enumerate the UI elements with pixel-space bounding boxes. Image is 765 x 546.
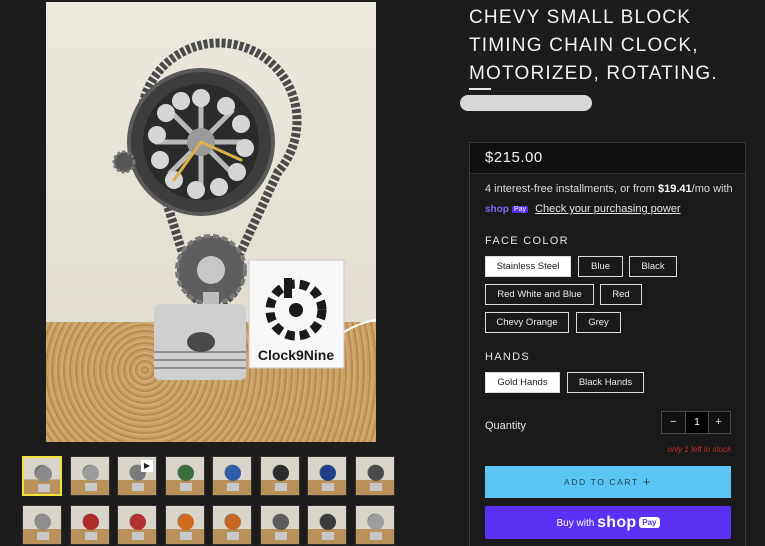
- thumbnail-8[interactable]: [354, 456, 395, 496]
- thumbnail-piston: [84, 532, 97, 540]
- option-red[interactable]: Red: [600, 284, 642, 305]
- thumbnail-clock-face: [130, 514, 146, 530]
- stock-warning: only 1 left in stock: [667, 445, 731, 454]
- thumbnail-clock-face: [320, 465, 336, 481]
- quantity-increase-button[interactable]: +: [707, 412, 730, 433]
- plus-icon: +: [642, 474, 652, 489]
- thumbnail-clock-face: [35, 514, 51, 530]
- option-red-white-blue[interactable]: Red White and Blue: [485, 284, 594, 305]
- thumbnail-piston: [38, 484, 50, 492]
- installment-amount: $19.41: [658, 183, 692, 195]
- hands-label: HANDS: [485, 351, 531, 363]
- thumbnail-7[interactable]: [307, 456, 347, 496]
- redacted-block: [460, 95, 592, 111]
- thumbnail-piston: [179, 483, 192, 491]
- thumbnail-piston: [322, 532, 334, 540]
- installments-text: 4 interest-free installments, or from $1…: [485, 182, 740, 197]
- thumbnail-piston: [274, 532, 287, 540]
- quantity-input[interactable]: 1: [685, 412, 709, 433]
- buy-with-label: Buy with: [556, 518, 595, 529]
- play-icon: ▶: [141, 460, 153, 472]
- thumbnail-clock-face: [82, 465, 99, 481]
- shop-pay-pill: Pay: [639, 517, 660, 528]
- option-blue[interactable]: Blue: [578, 256, 623, 277]
- thumbnail-clock-face: [272, 465, 289, 481]
- option-gold-hands[interactable]: Gold Hands: [485, 372, 560, 393]
- thumbnail-piston: [37, 532, 49, 540]
- thumbnail-2[interactable]: [69, 456, 110, 496]
- purchasing-power-link[interactable]: Check your purchasing power: [535, 203, 681, 215]
- clock-illustration: Clock9Nine: [112, 38, 376, 380]
- quantity-decrease-button[interactable]: −: [662, 412, 685, 433]
- option-black[interactable]: Black: [629, 256, 677, 277]
- price-bar: $215.00: [470, 143, 745, 174]
- thumbnail-14[interactable]: [259, 505, 300, 545]
- thumbnail-9[interactable]: [22, 505, 62, 545]
- thumbnail-piston: [132, 483, 144, 491]
- option-chevy-orange[interactable]: Chevy Orange: [485, 312, 569, 333]
- thumbnail-13[interactable]: [212, 505, 252, 545]
- quantity-label: Quantity: [485, 420, 526, 432]
- thumbnail-clock-face: [225, 514, 241, 530]
- thumbnail-5[interactable]: [212, 456, 252, 496]
- quantity-stepper: − 1 +: [661, 411, 731, 434]
- thumbnail-piston: [274, 483, 287, 491]
- thumbnail-clock-face: [36, 466, 52, 482]
- thumbnail-6[interactable]: [259, 456, 300, 496]
- option-grey[interactable]: Grey: [576, 312, 621, 333]
- option-stainless-steel[interactable]: Stainless Steel: [485, 256, 571, 277]
- thumbnail-12[interactable]: [164, 505, 205, 545]
- thumbnail-clock-face: [367, 465, 384, 481]
- option-black-hands[interactable]: Black Hands: [567, 372, 644, 393]
- buy-with-shop-pay-button[interactable]: Buy with shop Pay: [485, 506, 731, 539]
- thumbnail-10[interactable]: [69, 505, 110, 545]
- shop-pay-row: shop Pay Check your purchasing power: [485, 203, 681, 215]
- thumbnail-4[interactable]: [164, 456, 205, 496]
- thumbnail-piston: [84, 483, 97, 491]
- face-color-label: FACE COLOR: [485, 235, 569, 247]
- add-to-cart-button[interactable]: ADD TO CART +: [485, 466, 731, 498]
- thumbnail-clock-face: [225, 465, 241, 481]
- thumbnail-clock-face: [82, 514, 99, 530]
- shop-pay-badge: Pay: [511, 206, 529, 213]
- shop-logo-icon: shop: [597, 514, 637, 531]
- thumbnail-clock-face: [177, 465, 194, 481]
- thumbnail-clock-face: [177, 514, 194, 530]
- product-title: CHEVY SMALL BLOCK TIMING CHAIN CLOCK, MO…: [469, 7, 718, 84]
- title-divider: [469, 88, 491, 90]
- thumbnail-3[interactable]: ▶: [117, 456, 157, 496]
- main-product-image[interactable]: Clock9Nine: [46, 2, 376, 442]
- thumbnail-piston: [322, 483, 334, 491]
- thumbnail-piston: [227, 532, 239, 540]
- add-to-cart-label: ADD TO CART: [564, 477, 639, 487]
- thumbnail-1[interactable]: [22, 456, 62, 496]
- installments-suffix: /mo with: [691, 183, 733, 195]
- product-price: $215.00: [485, 149, 543, 166]
- thumbnail-piston: [369, 532, 382, 540]
- purchase-panel: $215.00 4 interest-free installments, or…: [469, 142, 746, 546]
- thumbnail-clock-face: [320, 514, 336, 530]
- clock9nine-box-label: Clock9Nine: [258, 347, 334, 363]
- thumbnail-piston: [227, 483, 239, 491]
- shop-pay-logo-icon: shop: [485, 204, 509, 215]
- thumbnail-11[interactable]: [117, 505, 157, 545]
- thumbnail-clock-face: [367, 514, 384, 530]
- thumbnail-16[interactable]: [354, 505, 395, 545]
- thumbnail-piston: [132, 532, 144, 540]
- thumbnail-piston: [369, 483, 382, 491]
- installments-prefix: 4 interest-free installments, or from: [485, 183, 659, 195]
- thumbnail-clock-face: [272, 514, 289, 530]
- thumbnail-15[interactable]: [307, 505, 347, 545]
- thumbnail-piston: [179, 532, 192, 540]
